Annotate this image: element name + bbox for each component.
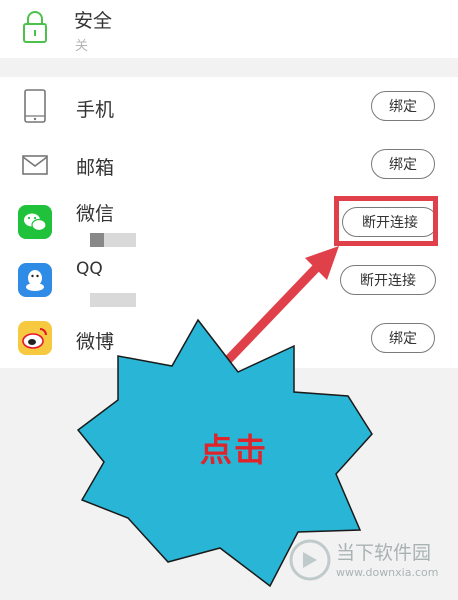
annotation-overlay <box>76 246 373 588</box>
click-annotation-text: 点击 <box>200 431 269 469</box>
watermark-logo-icon <box>288 538 332 582</box>
watermark-brand: 当下软件园 <box>336 542 432 564</box>
pointer-arrow <box>224 246 339 364</box>
watermark: 当下软件园 www.downxia.com <box>288 534 452 586</box>
watermark-url: www.downxia.com <box>336 566 439 579</box>
